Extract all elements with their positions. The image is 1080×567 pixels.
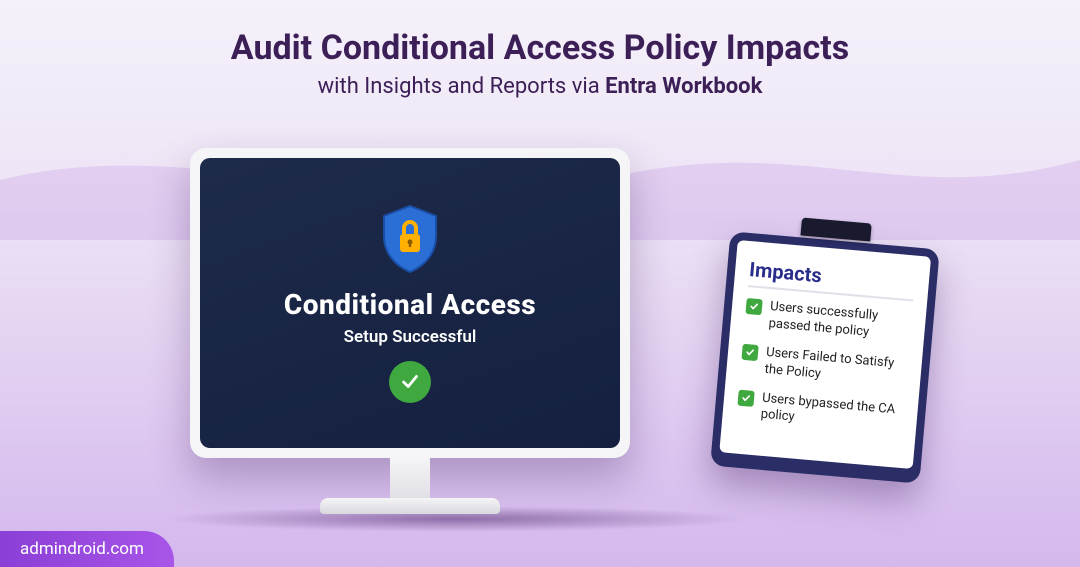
impact-item: Users successfully passed the policy — [744, 297, 912, 345]
success-check-icon — [389, 361, 431, 403]
page-subtitle: with Insights and Reports via Entra Work… — [0, 74, 1080, 99]
impacts-title: Impacts — [748, 257, 915, 295]
illustration-scene: Conditional Access Setup Successful Impa… — [190, 148, 890, 548]
screen-heading: Conditional Access — [284, 288, 536, 321]
clipboard-back: Impacts Users successfully passed the po… — [710, 231, 940, 484]
impact-text: Users bypassed the CA policy — [760, 390, 904, 436]
check-icon — [741, 344, 758, 361]
impact-item: Users bypassed the CA policy — [736, 388, 904, 436]
impact-item: Users Failed to Satisfy the Policy — [740, 343, 908, 391]
check-icon — [745, 298, 762, 315]
monitor: Conditional Access Setup Successful — [190, 148, 630, 514]
monitor-stand-neck — [390, 458, 430, 498]
subtitle-bold: Entra Workbook — [605, 74, 762, 99]
clipboard-paper: Impacts Users successfully passed the po… — [719, 240, 931, 469]
monitor-bezel: Conditional Access Setup Successful — [190, 148, 630, 458]
impact-text: Users Failed to Satisfy the Policy — [764, 345, 908, 391]
shield-lock-icon — [378, 204, 442, 274]
brand-badge: admindroid.com — [0, 531, 174, 567]
check-icon — [737, 389, 754, 406]
impacts-clipboard: Impacts Users successfully passed the po… — [710, 229, 940, 484]
page-title: Audit Conditional Access Policy Impacts — [0, 28, 1080, 68]
monitor-stand-base — [320, 498, 500, 514]
subtitle-prefix: with Insights and Reports via — [318, 74, 606, 99]
screen-status: Setup Successful — [344, 327, 477, 347]
monitor-screen: Conditional Access Setup Successful — [200, 158, 620, 448]
impact-text: Users successfully passed the policy — [768, 299, 912, 345]
header: Audit Conditional Access Policy Impacts … — [0, 0, 1080, 99]
